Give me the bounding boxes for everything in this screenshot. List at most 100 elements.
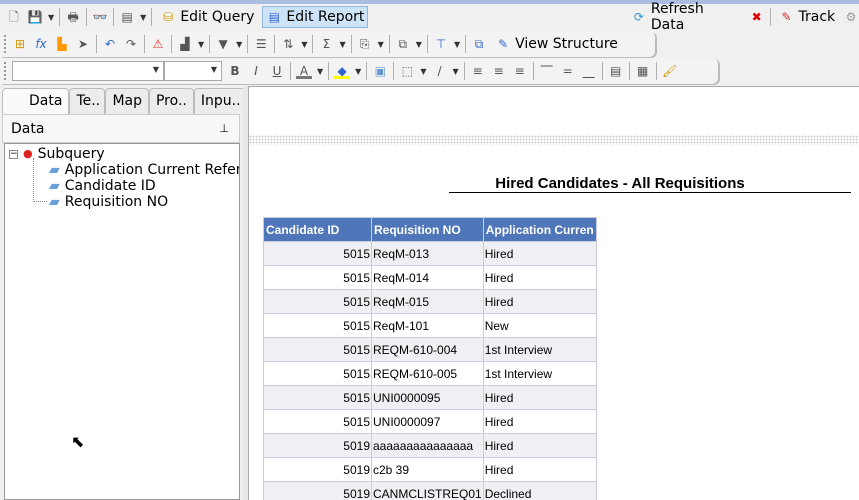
borders-icon[interactable]: ⬚ [399,63,415,79]
arrange-dropdown[interactable]: ▼ [416,40,422,49]
table-cell[interactable]: 1st Interview [482,337,597,362]
table-row[interactable]: 5015 ReqM-015 Hired [263,289,597,314]
table-row[interactable]: 5015 REQM-610-005 1st Interview [263,361,597,386]
column-header[interactable]: Candidate ID [263,217,372,242]
wrap-icon[interactable]: ▤ [608,63,624,79]
table-row[interactable]: 5015 UNI0000095 Hired [263,385,597,410]
new-file-icon[interactable]: 🗋 [6,9,22,25]
warning-icon[interactable]: ⚠ [150,36,166,52]
edit-query-button[interactable]: ⛁ Edit Query [157,6,257,28]
table-cell[interactable]: 5015 [263,289,372,314]
table-cell[interactable]: 5015 [263,385,372,410]
line-color-dropdown[interactable]: ▼ [452,67,458,76]
redo-icon[interactable]: ↷ [123,36,139,52]
line-color-icon[interactable]: ∕ [431,63,447,79]
table-row[interactable]: 5015 UNI0000097 Hired [263,409,597,434]
table-cell[interactable]: ReqM-101 [371,313,484,338]
table-cell[interactable]: UNI0000095 [371,385,484,410]
table-cell[interactable]: UNI0000097 [371,409,484,434]
group-dropdown[interactable]: ▼ [198,40,204,49]
column-header[interactable]: Requisition NO [371,217,484,242]
tab-map[interactable]: Map [105,88,149,114]
valign-bottom-icon[interactable]: ⎽ [581,63,597,79]
sort-icon[interactable]: ⇅ [280,36,296,52]
table-cell[interactable]: 5015 [263,313,372,338]
align-right-icon[interactable]: ≡ [512,63,528,79]
undo-icon[interactable]: ↶ [102,36,118,52]
column-header[interactable]: Application Curren [482,217,597,242]
table-cell[interactable]: ReqM-013 [371,241,484,266]
insert-dropdown[interactable]: ▼ [378,40,384,49]
track-button[interactable]: ✎ Track [776,6,839,28]
table-cell[interactable]: 5015 [263,361,372,386]
indent-icon[interactable]: ☰ [253,36,269,52]
font-color-icon[interactable]: A [296,63,312,79]
link-icon[interactable]: ➤ [75,36,91,52]
arrange-icon[interactable]: ⧉ [395,36,411,52]
italic-icon[interactable]: I [248,63,264,79]
font-size-select[interactable] [164,61,222,81]
image-icon[interactable]: ▣ [372,63,388,79]
table-row[interactable]: 5015 REQM-610-004 1st Interview [263,337,597,362]
sum-dropdown[interactable]: ▼ [339,40,345,49]
table-cell[interactable]: REQM-610-004 [371,337,484,362]
tab-text[interactable]: Te.. [69,88,106,114]
print-icon[interactable]: 🖶 [65,9,81,25]
hierarchy-dropdown[interactable]: ▼ [454,40,460,49]
add-field-icon[interactable]: ▙ [54,36,70,52]
table-cell[interactable]: Hired [482,433,597,458]
tab-data[interactable]: Data [2,88,70,114]
font-color-dropdown[interactable]: ▼ [317,67,323,76]
merge-cells-icon[interactable]: ▦ [635,63,651,79]
borders-dropdown[interactable]: ▼ [420,67,426,76]
table-cell[interactable]: Hired [482,265,597,290]
fill-color-dropdown[interactable]: ▼ [355,67,361,76]
pages-icon[interactable]: ⧉ [471,36,487,52]
table-cell[interactable]: 1st Interview [482,361,597,386]
settings-icon[interactable]: ⚙ [843,9,859,25]
table-cell[interactable]: Declined [482,481,597,500]
table-cell[interactable]: 5015 [263,409,372,434]
table-cell[interactable]: Hired [482,289,597,314]
font-family-select[interactable] [12,61,164,81]
insert-icon[interactable]: ⎘ [357,36,373,52]
tree-node-field[interactable]: ▰ Candidate ID [49,178,156,194]
toolbar-grip[interactable] [4,62,7,80]
save-dropdown[interactable]: ▼ [48,13,54,22]
clear-data-icon[interactable]: ✖ [749,9,765,25]
group-icon[interactable]: ▟ [177,36,193,52]
hierarchy-icon[interactable]: ⊤ [433,36,449,52]
table-cell[interactable]: 5019 [263,433,372,458]
table-cell[interactable]: c2b 39 [371,457,484,482]
filter-data-icon[interactable]: ⊞ [12,36,28,52]
tree-node-field[interactable]: ▰ Requisition NO [49,194,168,210]
layout-icon[interactable]: ▤ [119,9,135,25]
table-cell[interactable]: Hired [482,241,597,266]
format-painter-icon[interactable]: 🖌 [662,63,678,79]
view-structure-button[interactable]: ✎ View Structure [492,33,621,55]
table-row[interactable]: 5015 ReqM-101 New [263,313,597,338]
collapse-icon[interactable]: − [9,149,18,159]
formula-icon[interactable]: fx [33,36,49,52]
tree-node-field[interactable]: ▰ Application Current Refere [49,162,239,178]
save-icon[interactable]: 💾 [27,9,43,25]
pin-icon[interactable]: ⊥ [219,122,229,135]
underline-icon[interactable]: U [269,63,285,79]
table-cell[interactable]: Hired [482,385,597,410]
table-cell[interactable]: 5015 [263,265,372,290]
table-cell[interactable]: 5019 [263,481,372,500]
filter-icon[interactable]: ▼ [215,36,231,52]
table-cell[interactable]: New [482,313,597,338]
filter-dropdown[interactable]: ▼ [236,40,242,49]
align-center-icon[interactable]: ≡ [491,63,507,79]
bold-icon[interactable]: B [227,63,243,79]
tab-input[interactable]: Inpu.. [193,88,248,114]
table-cell[interactable]: 5015 [263,337,372,362]
sort-dropdown[interactable]: ▼ [301,40,307,49]
tab-properties[interactable]: Pro.. [148,88,194,114]
fill-color-icon[interactable]: ◆ [334,63,351,79]
table-cell[interactable]: ReqM-014 [371,265,484,290]
table-cell[interactable]: CANMCLISTREQ01 [371,481,484,500]
sum-icon[interactable]: Σ [318,36,334,52]
toolbar-grip[interactable] [4,35,7,53]
